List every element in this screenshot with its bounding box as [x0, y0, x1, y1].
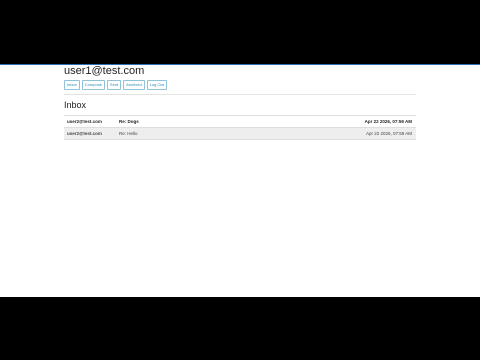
divider [64, 94, 416, 95]
logout-button[interactable]: Log Out [146, 80, 167, 90]
mail-page: user1@test.com Inbox Compose Sent Archiv… [0, 64, 480, 297]
compose-button[interactable]: Compose [81, 80, 105, 90]
email-timestamp: Apr 22 2026, 07:59 AM [365, 131, 412, 136]
email-timestamp: Apr 22 2026, 07:59 AM [364, 119, 412, 124]
email-subject: Re: Dogs [119, 119, 139, 124]
email-row-unread[interactable]: user2@test.com Re: Dogs Apr 22 2026, 07:… [64, 115, 416, 127]
archived-button[interactable]: Archived [123, 80, 145, 90]
sent-button[interactable]: Sent [106, 80, 122, 90]
email-subject: Re: Hello [119, 131, 138, 136]
user-email-heading: user1@test.com [64, 65, 145, 77]
email-sender: user2@test.com [67, 131, 102, 136]
nav-bar: Inbox Compose Sent Archived Log Out [64, 80, 167, 90]
list-bottom-border [64, 139, 416, 140]
inbox-button[interactable]: Inbox [64, 80, 80, 90]
inbox-heading: Inbox [64, 100, 87, 110]
email-list: user2@test.com Re: Dogs Apr 22 2026, 07:… [64, 115, 416, 140]
email-row-read[interactable]: user2@test.com Re: Hello Apr 22 2026, 07… [64, 127, 416, 139]
email-sender: user2@test.com [67, 119, 102, 124]
